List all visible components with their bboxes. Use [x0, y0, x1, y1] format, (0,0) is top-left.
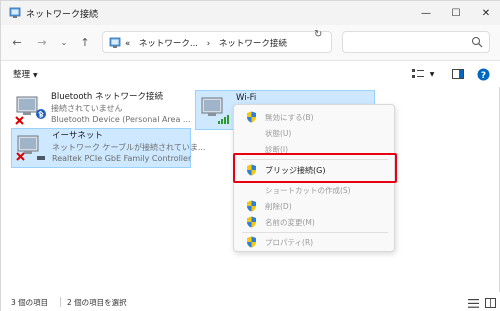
breadcrumb-network-connections[interactable]: ネットワーク接続: [219, 39, 287, 49]
uac-shield-icon: [247, 200, 256, 212]
close-button[interactable]: ✕: [471, 1, 500, 25]
maximize-icon: ☐: [451, 7, 461, 19]
navigation-bar: ← → ⌄ ↑ « ネットワーク... › ネットワーク接続 ⌄ ↻: [1, 25, 500, 61]
caret-down-icon: ▼: [33, 72, 38, 79]
selected-count: 2 個の項目を選択: [67, 298, 127, 307]
uac-shield-icon: [247, 236, 256, 248]
menu-item-label: プロパティ(R): [265, 238, 314, 247]
breadcrumb: « ネットワーク... › ネットワーク接続: [125, 37, 293, 49]
up-button[interactable]: ↑: [76, 33, 94, 51]
ethernet-adapter-disconnected-icon: [16, 135, 45, 161]
highlight-annotation-box: [233, 153, 397, 183]
adapter-bluetooth[interactable]: Bluetooth ネットワーク接続 接続されていません Bluetooth D…: [11, 90, 191, 130]
menu-item-create-shortcut[interactable]: ショートカットの作成(S): [237, 183, 391, 197]
address-bar[interactable]: « ネットワーク... › ネットワーク接続 ⌄: [102, 31, 393, 53]
menu-item-label: ショートカットの作成(S): [265, 186, 351, 195]
breadcrumb-overflow[interactable]: «: [125, 39, 130, 49]
minimize-icon: —: [421, 7, 431, 19]
uac-shield-icon: [247, 111, 256, 123]
organize-menu-button[interactable]: 整理 ▼: [13, 68, 38, 80]
item-count: 3 個の項目: [11, 298, 49, 307]
back-button[interactable]: ←: [8, 33, 26, 51]
details-view-icon: [467, 298, 479, 308]
network-connections-icon: [9, 7, 21, 18]
window-title: ネットワーク接続: [26, 10, 99, 20]
help-button[interactable]: ?: [476, 67, 490, 81]
menu-item-status[interactable]: 状態(U): [237, 126, 391, 140]
large-icons-view-button[interactable]: [484, 296, 496, 310]
back-arrow-icon: ←: [12, 35, 22, 49]
organize-label: 整理: [13, 70, 31, 80]
menu-item-label: 無効にする(B): [265, 113, 314, 122]
view-options-icon: [412, 69, 424, 78]
preview-pane-button[interactable]: [451, 67, 465, 81]
adapter-wifi-text: Wi-Fi: [236, 93, 256, 104]
recent-locations-button[interactable]: ⌄: [55, 33, 73, 51]
menu-item-label: 状態(U): [265, 129, 292, 138]
adapter-ethernet[interactable]: イーサネット ネットワーク ケーブルが接続されていま... Realtek PC…: [11, 128, 205, 168]
menu-item-delete[interactable]: 削除(D): [237, 199, 391, 213]
adapter-name: Bluetooth ネットワーク接続: [51, 92, 163, 102]
details-view-button[interactable]: [467, 296, 479, 310]
adapter-bluetooth-text: Bluetooth ネットワーク接続 接続されていません Bluetooth D…: [51, 92, 191, 125]
bluetooth-adapter-disabled-icon: [15, 96, 46, 125]
menu-item-label: 削除(D): [265, 202, 292, 211]
status-bar: 3 個の項目 2 個の項目を選択: [1, 292, 500, 311]
svg-text:?: ?: [480, 70, 485, 80]
up-arrow-icon: ↑: [80, 35, 90, 49]
adapter-status: 接続されていません: [51, 104, 123, 113]
command-bar: 整理 ▼ ▼ ?: [1, 61, 500, 87]
change-view-button[interactable]: [411, 67, 425, 81]
breadcrumb-network[interactable]: ネットワーク...: [139, 39, 198, 49]
menu-item-disable[interactable]: 無効にする(B): [237, 110, 391, 124]
refresh-icon[interactable]: ↻: [314, 29, 322, 40]
menu-item-label: 名前の変更(M): [265, 218, 315, 227]
adapter-device: Realtek PCIe GbE Family Controller: [52, 154, 192, 163]
adapter-ethernet-text: イーサネット ネットワーク ケーブルが接続されていま... Realtek PC…: [52, 131, 205, 164]
adapter-status: ネットワーク ケーブルが接続されていま...: [52, 143, 206, 152]
menu-item-properties[interactable]: プロパティ(R): [237, 235, 391, 249]
chevron-down-icon: ⌄: [60, 37, 68, 47]
help-icon: ?: [477, 68, 489, 80]
wifi-adapter-icon: [201, 97, 229, 124]
breadcrumb-separator[interactable]: ›: [207, 39, 210, 49]
forward-arrow-icon: →: [37, 35, 47, 49]
minimize-button[interactable]: —: [411, 1, 441, 25]
menu-item-rename[interactable]: 名前の変更(M): [237, 215, 391, 229]
view-caret-icon[interactable]: ▼: [428, 67, 436, 81]
maximize-button[interactable]: ☐: [441, 1, 471, 25]
menu-separator: [242, 232, 388, 233]
title-bar: ネットワーク接続 — ☐ ✕: [1, 1, 500, 25]
adapter-name: イーサネット: [52, 131, 103, 141]
large-icons-view-icon: [484, 298, 496, 308]
network-connections-icon: [109, 37, 121, 48]
uac-shield-icon: [247, 216, 256, 228]
preview-pane-icon: [452, 69, 464, 79]
adapter-device: Bluetooth Device (Personal Area ...: [51, 115, 191, 124]
forward-button[interactable]: →: [33, 33, 51, 51]
status-divider: [60, 297, 61, 307]
search-box[interactable]: [342, 31, 490, 53]
explorer-window: ネットワーク接続 — ☐ ✕ ← → ⌄ ↑ « ネットワーク... › ネット…: [0, 0, 500, 311]
close-icon: ✕: [481, 7, 491, 19]
search-icon: [472, 37, 483, 48]
adapter-name: Wi-Fi: [236, 93, 257, 103]
